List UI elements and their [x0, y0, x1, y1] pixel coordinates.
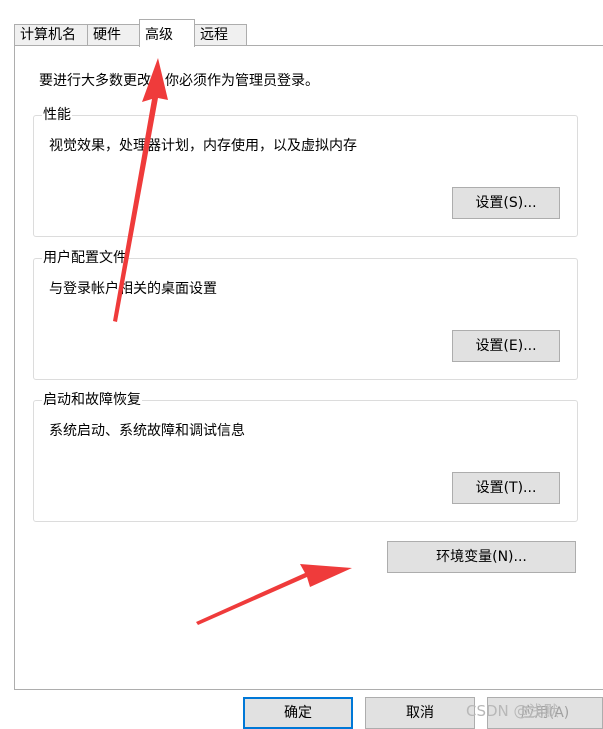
admin-notice: 要进行大多数更改，你必须作为管理员登录。: [39, 73, 319, 89]
user-profiles-settings-button[interactable]: 设置(E)...: [452, 330, 560, 362]
system-properties-dialog: 计算机名 硬件 高级 远程 要进行大多数更改，你必须作为管理员登录。 性能 视觉…: [0, 0, 603, 729]
group-description-user-profiles: 与登录帐户相关的桌面设置: [49, 281, 217, 297]
group-title-user-profiles: 用户配置文件: [42, 248, 128, 268]
group-description-performance: 视觉效果，处理器计划，内存使用，以及虚拟内存: [49, 138, 357, 154]
performance-settings-button[interactable]: 设置(S)...: [452, 187, 560, 219]
cancel-button[interactable]: 取消: [365, 697, 475, 729]
environment-variables-button[interactable]: 环境变量(N)...: [387, 541, 576, 573]
group-performance: 性能 视觉效果，处理器计划，内存使用，以及虚拟内存 设置(S)...: [33, 105, 578, 237]
tab-computer-name[interactable]: 计算机名: [14, 24, 88, 45]
ok-button[interactable]: 确定: [243, 697, 353, 729]
group-title-performance: 性能: [42, 105, 72, 125]
group-startup-recovery: 启动和故障恢复 系统启动、系统故障和调试信息 设置(T)...: [33, 390, 578, 522]
tab-hardware[interactable]: 硬件: [87, 24, 140, 45]
group-title-startup-recovery: 启动和故障恢复: [42, 390, 142, 410]
group-description-startup-recovery: 系统启动、系统故障和调试信息: [49, 423, 245, 439]
tab-advanced[interactable]: 高级: [139, 19, 195, 47]
watermark-text: CSDN @浅默: [466, 702, 559, 720]
startup-recovery-settings-button[interactable]: 设置(T)...: [452, 472, 560, 504]
title-bar: [0, 0, 603, 20]
tab-strip-divider: [14, 45, 603, 46]
tab-remote[interactable]: 远程: [194, 24, 247, 45]
group-user-profiles: 用户配置文件 与登录帐户相关的桌面设置 设置(E)...: [33, 248, 578, 380]
